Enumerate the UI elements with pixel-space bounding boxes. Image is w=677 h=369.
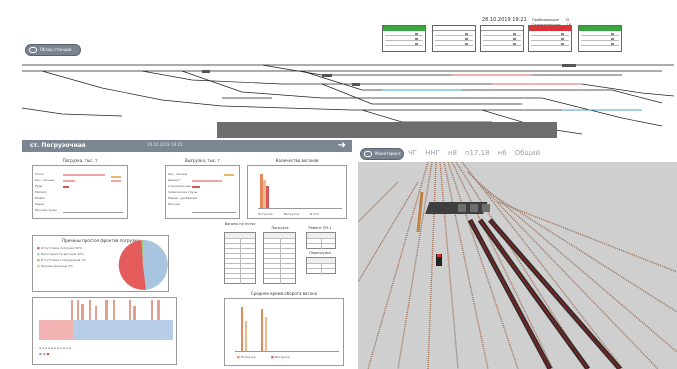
table2-title: Погрузка <box>271 226 289 230</box>
unloading-row-label: Минер. удобрения <box>168 196 198 200</box>
unloading-row-label: Химические грузы <box>168 190 198 194</box>
turnover-chart-panel: Среднее время оборота вагона ■ Погрузка … <box>224 291 344 366</box>
dashboard-header-bar: ст. Погрузочная 19.10.2019 19:21 ➜ <box>22 140 352 152</box>
3d-monitoring-view: Мониторинг ЧГ ННГ н8 п17.18 н6 Общий <box>358 146 677 369</box>
table1-title: Вагоны на путях <box>224 222 256 226</box>
gray-band <box>217 122 557 138</box>
unloading-bar <box>192 186 200 188</box>
timeline-spikes <box>71 300 160 320</box>
unloading-row-label: Цемент <box>168 178 180 182</box>
loading-panel-title: Погрузка, тыс. т <box>62 158 98 163</box>
repair-table <box>306 232 336 249</box>
dashboard-subtitle: 19.10.2019 19:21 <box>147 142 183 147</box>
unloading-legend-swatch <box>224 174 234 176</box>
turnover-bar <box>261 309 263 351</box>
loading-row-label: Металл <box>35 190 47 194</box>
toggle-indicator-icon <box>364 151 372 157</box>
turnover-bar <box>241 307 243 351</box>
loading-bar <box>63 180 75 182</box>
loading-legend-swatch <box>111 180 121 182</box>
loading-bar <box>63 174 105 176</box>
downtime-legend-item: ■ Отсутствие погрузки 52% <box>37 246 83 250</box>
info-box-3-header <box>481 26 523 31</box>
unloading-row-label: Строительные <box>168 184 191 188</box>
wagon-count-legend-item: Итого <box>310 212 320 216</box>
timeline-panel: ▪ ▪ ▪ ▪ ▪ ▪ ▪ ▪ ▪ ▪ ▪ ■ ■ ■ <box>32 297 177 365</box>
info-box-4-header <box>529 26 571 31</box>
dashboard-title: ст. Погрузочная <box>30 142 86 149</box>
station-track-schematic[interactable]: Обзор станции 28.10.2019 19:21 Прибывающ… <box>22 8 674 138</box>
3d-scene[interactable] <box>358 162 677 369</box>
info-box-1-header <box>383 26 425 31</box>
table3-title: Ремонт ПП-1 <box>308 226 332 230</box>
transshipment-table <box>306 257 336 274</box>
arrow-right-icon[interactable]: ➜ <box>338 140 346 152</box>
tab-n8[interactable]: н8 <box>448 149 457 157</box>
loading-legend-swatch <box>111 176 121 178</box>
loading-row-label: Нефть <box>35 196 46 200</box>
monitoring-toggle[interactable]: Мониторинг <box>360 148 404 160</box>
tab-general[interactable]: Общий <box>515 149 541 157</box>
turnover-legend-item: ■ Выгрузка <box>271 355 290 359</box>
downtime-legend-item: ■ Прочие причины 0% <box>37 264 73 268</box>
table4-title: Перегрузка <box>309 251 331 255</box>
wagon-count-legend-item: Погрузка <box>258 212 273 216</box>
loading-table <box>263 232 296 284</box>
tab-chg[interactable]: ЧГ <box>408 149 417 157</box>
downtime-reasons-panel: Причины простоя фронтов погрузки ■ Отсут… <box>32 235 169 292</box>
turnover-chart-title: Среднее время оборота вагона <box>250 291 318 296</box>
loading-row-label: Зерно <box>35 202 45 206</box>
header-datetime: 28.10.2019 19:21 <box>482 17 527 23</box>
info-box-2-header <box>433 26 475 31</box>
legend-arriving-value: 15 <box>564 18 570 22</box>
wagons-table <box>224 232 256 284</box>
pie-slice <box>143 240 168 290</box>
wagon-count-bar <box>266 186 269 208</box>
loading-axis <box>63 212 123 213</box>
pie-slice <box>118 240 146 290</box>
view-tabs: ЧГ ННГ н8 п17.18 н6 Общий <box>408 149 540 157</box>
loading-row-label: Руда <box>35 184 43 188</box>
monitoring-pill-label: Мониторинг <box>375 151 401 156</box>
legend-arriving: Прибывающие 15 <box>532 18 569 22</box>
unloading-bar <box>192 180 222 182</box>
tab-nng[interactable]: ННГ <box>425 149 440 157</box>
downtime-legend-item: ■ Неготовность вагонов 47% <box>37 252 84 256</box>
legend-arriving-label: Прибывающие <box>532 18 559 22</box>
unloading-axis <box>192 212 236 213</box>
turnover-axis <box>235 351 339 352</box>
loading-panel: Погрузка, тыс. т Уголь Лес, лесные Руда … <box>32 158 128 219</box>
unloading-panel-title: Выгрузка, тыс. т <box>184 158 220 163</box>
turnover-bar <box>265 317 267 351</box>
loading-row-label: Лес, лесные <box>35 178 55 182</box>
dashboard: ст. Погрузочная 19.10.2019 19:21 ➜ Погру… <box>22 140 352 369</box>
info-box-5-header <box>579 26 621 31</box>
unloading-panel: Выгрузка, тыс. т Лес, лесные Цемент Стро… <box>165 158 240 219</box>
3d-rail-yard <box>358 162 677 369</box>
tab-p17-18[interactable]: п17.18 <box>465 149 490 157</box>
unloading-row-label: Лес, лесные <box>168 172 188 176</box>
loading-row-label: Уголь <box>35 172 44 176</box>
downtime-pie-chart <box>118 239 168 290</box>
turnover-legend-item: ■ Погрузка <box>237 355 256 359</box>
wagon-count-axis <box>258 208 342 209</box>
wagon-count-title: Количество вагонов <box>275 158 319 163</box>
loading-row-label: Прочие грузы <box>35 208 57 212</box>
turnover-bar <box>245 321 247 351</box>
tab-n6[interactable]: н6 <box>498 149 507 157</box>
downtime-legend-item: ■ Отсутствие сотрудников 1% <box>37 258 87 262</box>
unloading-row-label: Прочие <box>168 202 180 206</box>
loading-bar <box>63 186 69 188</box>
wagon-count-panel: Количество вагонов Погрузка Выгрузка Ито… <box>247 158 347 219</box>
wagon-count-legend-item: Выгрузка <box>284 212 299 216</box>
